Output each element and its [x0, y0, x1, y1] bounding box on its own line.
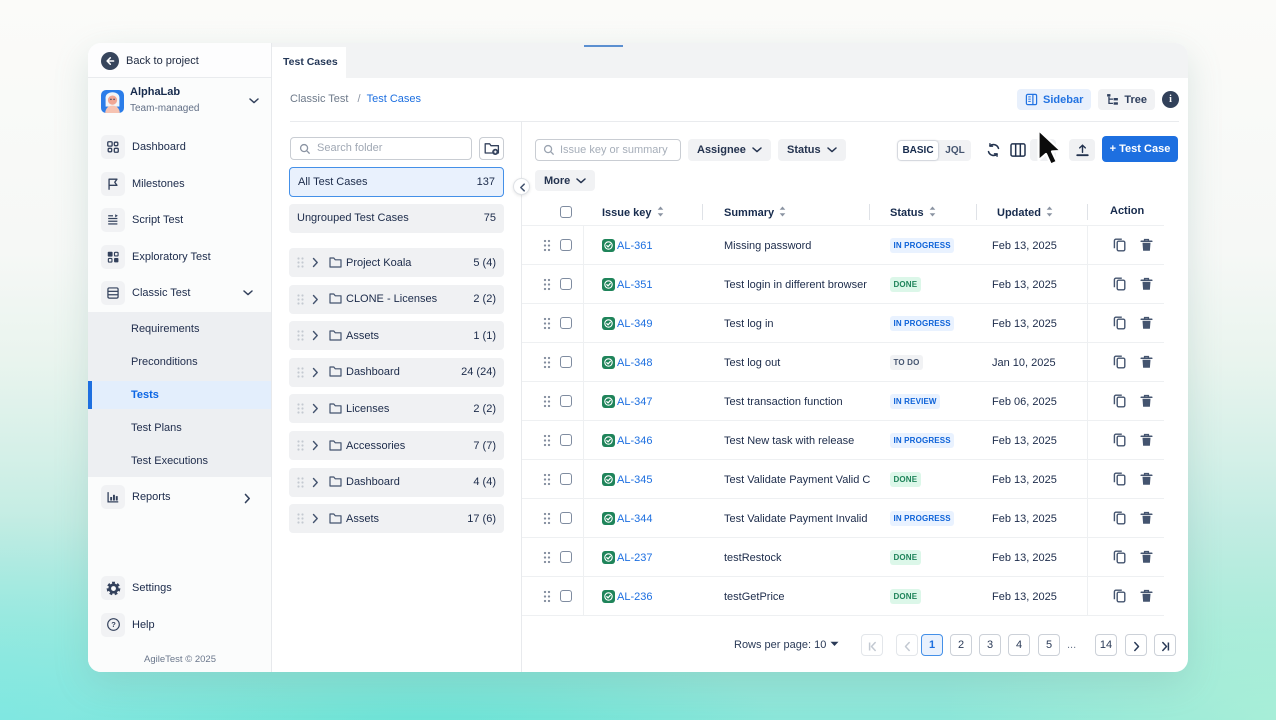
svg-text:?: ?	[111, 620, 116, 629]
